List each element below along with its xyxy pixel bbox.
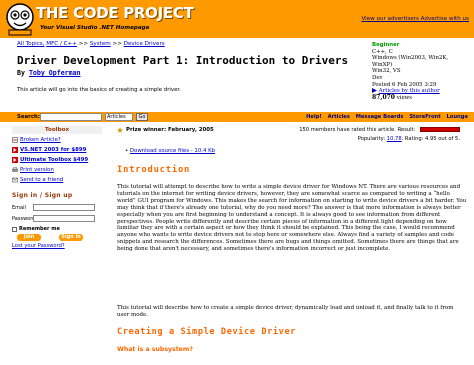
sidebar-item-label[interactable]: Send to a friend — [20, 177, 63, 183]
broken-doc-icon — [12, 136, 18, 143]
breadcrumb: All Topics, MFC / C++ >> System >> Devic… — [17, 41, 165, 47]
signin-button[interactable]: Sign in — [59, 234, 83, 241]
toolbox-title: Toolbox — [12, 126, 102, 134]
author-link[interactable]: Toby Opferman — [29, 69, 81, 77]
printer-icon — [12, 166, 18, 172]
byline: By Toby Opferman — [17, 69, 81, 77]
article-info-box: Beginner C++, C Windows (Win2003, Win2K,… — [372, 42, 472, 101]
result-label: Result: — [397, 127, 416, 133]
nav-help[interactable]: Help! — [306, 114, 322, 120]
left-sidebar: Toolbox Broken Article? VS.NET 2003 for … — [12, 126, 102, 249]
crumb-separator: >> — [78, 41, 89, 47]
star-icon — [117, 127, 123, 133]
info-line: Dev — [372, 74, 383, 81]
site-logo-text[interactable]: THE CODE PROJECT — [36, 4, 194, 22]
popularity-line: Popularity: 10.78. Rating: 4.95 out of 5… — [358, 136, 460, 142]
crumb-separator: >> — [112, 41, 122, 47]
section-heading-creating-driver: Creating a Simple Device Driver — [117, 327, 296, 337]
search-label: Search: — [17, 114, 41, 120]
logo-mascot-icon[interactable] — [3, 2, 37, 36]
by-prefix: By — [17, 69, 25, 77]
sidebar-item-label[interactable]: VS.NET 2003 for $899 — [20, 147, 86, 153]
rating-summary: 150 members have rated this article. Res… — [299, 127, 460, 133]
remember-me-row[interactable]: Remember me — [12, 226, 102, 232]
rating-text: . Rating: 4.95 out of 5. — [401, 136, 460, 142]
remember-me-label: Remember me — [19, 226, 60, 232]
popularity-value[interactable]: 10.78 — [387, 136, 402, 142]
email-label: Email — [12, 204, 26, 211]
info-line: Win32, VS — [372, 68, 401, 75]
nav-message-boards[interactable]: Message Boards — [356, 114, 404, 120]
password-label: Password — [12, 215, 36, 222]
password-row: Password — [12, 214, 102, 223]
paragraph-intro: This tutorial will attempt to describe h… — [117, 184, 467, 253]
arrow-icon — [12, 156, 18, 163]
download-source-link[interactable]: Download source files - 10.4 Kb — [130, 148, 215, 154]
envelope-icon — [12, 177, 18, 182]
paragraph-scope: This tutorial will describe how to creat… — [117, 305, 454, 318]
section-heading-introduction: Introduction — [117, 165, 191, 175]
info-line: WinXP) — [372, 61, 393, 68]
crumb-mfc[interactable]: MFC / C++ — [46, 41, 77, 47]
sidebar-item-label[interactable]: Ultimate Toolbox $499 — [20, 157, 88, 163]
crumb-system[interactable]: System — [90, 41, 111, 47]
signin-title: Sign in / Sign up — [12, 192, 73, 199]
top-nav: Help! Articles Message Boards StoreFront… — [302, 114, 468, 120]
download-row: • Download source files - 10.4 Kb — [125, 148, 215, 154]
site-tagline: Your Visual Studio .NET Homepage — [40, 25, 150, 31]
prize-winner: Prize winner: February, 2005 — [117, 127, 214, 133]
sidebar-item-broken-article[interactable]: Broken Article? — [12, 135, 102, 144]
posted-date: Posted 6 Feb 2005 3:29 — [372, 81, 437, 88]
article-summary: This article will go into the basics of … — [17, 87, 181, 93]
article-title: Driver Development Part 1: Introduction … — [17, 54, 349, 67]
password-field[interactable] — [33, 215, 95, 222]
arrow-icon — [372, 88, 377, 94]
search-input[interactable] — [40, 113, 102, 121]
nav-articles[interactable]: Articles — [328, 114, 350, 120]
sidebar-item-ultimate-toolbox[interactable]: Ultimate Toolbox $499 — [12, 155, 102, 164]
signin-buttons: Join Sign in — [12, 234, 102, 241]
view-count-label: views — [396, 94, 413, 101]
arrow-icon — [12, 146, 18, 153]
join-button[interactable]: Join — [17, 234, 41, 241]
bullet-icon: • — [125, 148, 129, 154]
email-row: Email — [12, 203, 102, 212]
email-field[interactable] — [33, 204, 95, 211]
info-line: Windows (Win2003, Win2K, — [372, 55, 449, 62]
prize-text: Prize winner: February, 2005 — [126, 127, 214, 133]
crumb-device-drivers[interactable]: Device Drivers — [124, 41, 165, 47]
view-count-number: 87,070 — [372, 93, 395, 101]
popularity-prefix: Popularity: — [357, 136, 386, 142]
search-go-button[interactable]: Go — [136, 113, 148, 121]
remember-me-checkbox[interactable] — [12, 226, 17, 232]
rating-bar — [420, 127, 460, 132]
sidebar-item-print[interactable]: Print version — [12, 165, 102, 174]
level-label: Beginner — [372, 42, 400, 48]
sidebar-item-label[interactable]: Broken Article? — [20, 137, 61, 143]
lost-password-link[interactable]: Lost your Password? — [12, 243, 102, 249]
subsection-heading: What is a subsystem? — [117, 346, 193, 353]
sidebar-item-vsnet[interactable]: VS.NET 2003 for $899 — [12, 145, 102, 154]
sidebar-item-label[interactable]: Print version — [20, 167, 54, 173]
view-count: 87,070 views — [372, 93, 472, 102]
advertise-link[interactable]: View our advertisers Advertise with us — [361, 16, 469, 22]
nav-storefront[interactable]: StoreFront — [409, 114, 440, 120]
rated-text: 150 members have rated this article. — [299, 127, 396, 133]
sidebar-item-send-friend[interactable]: Send to a friend — [12, 175, 102, 184]
crumb-all-topics[interactable]: All Topics, — [17, 41, 44, 47]
search-scope-select[interactable]: Articles — [105, 113, 133, 121]
nav-lounge[interactable]: Lounge — [447, 114, 469, 120]
